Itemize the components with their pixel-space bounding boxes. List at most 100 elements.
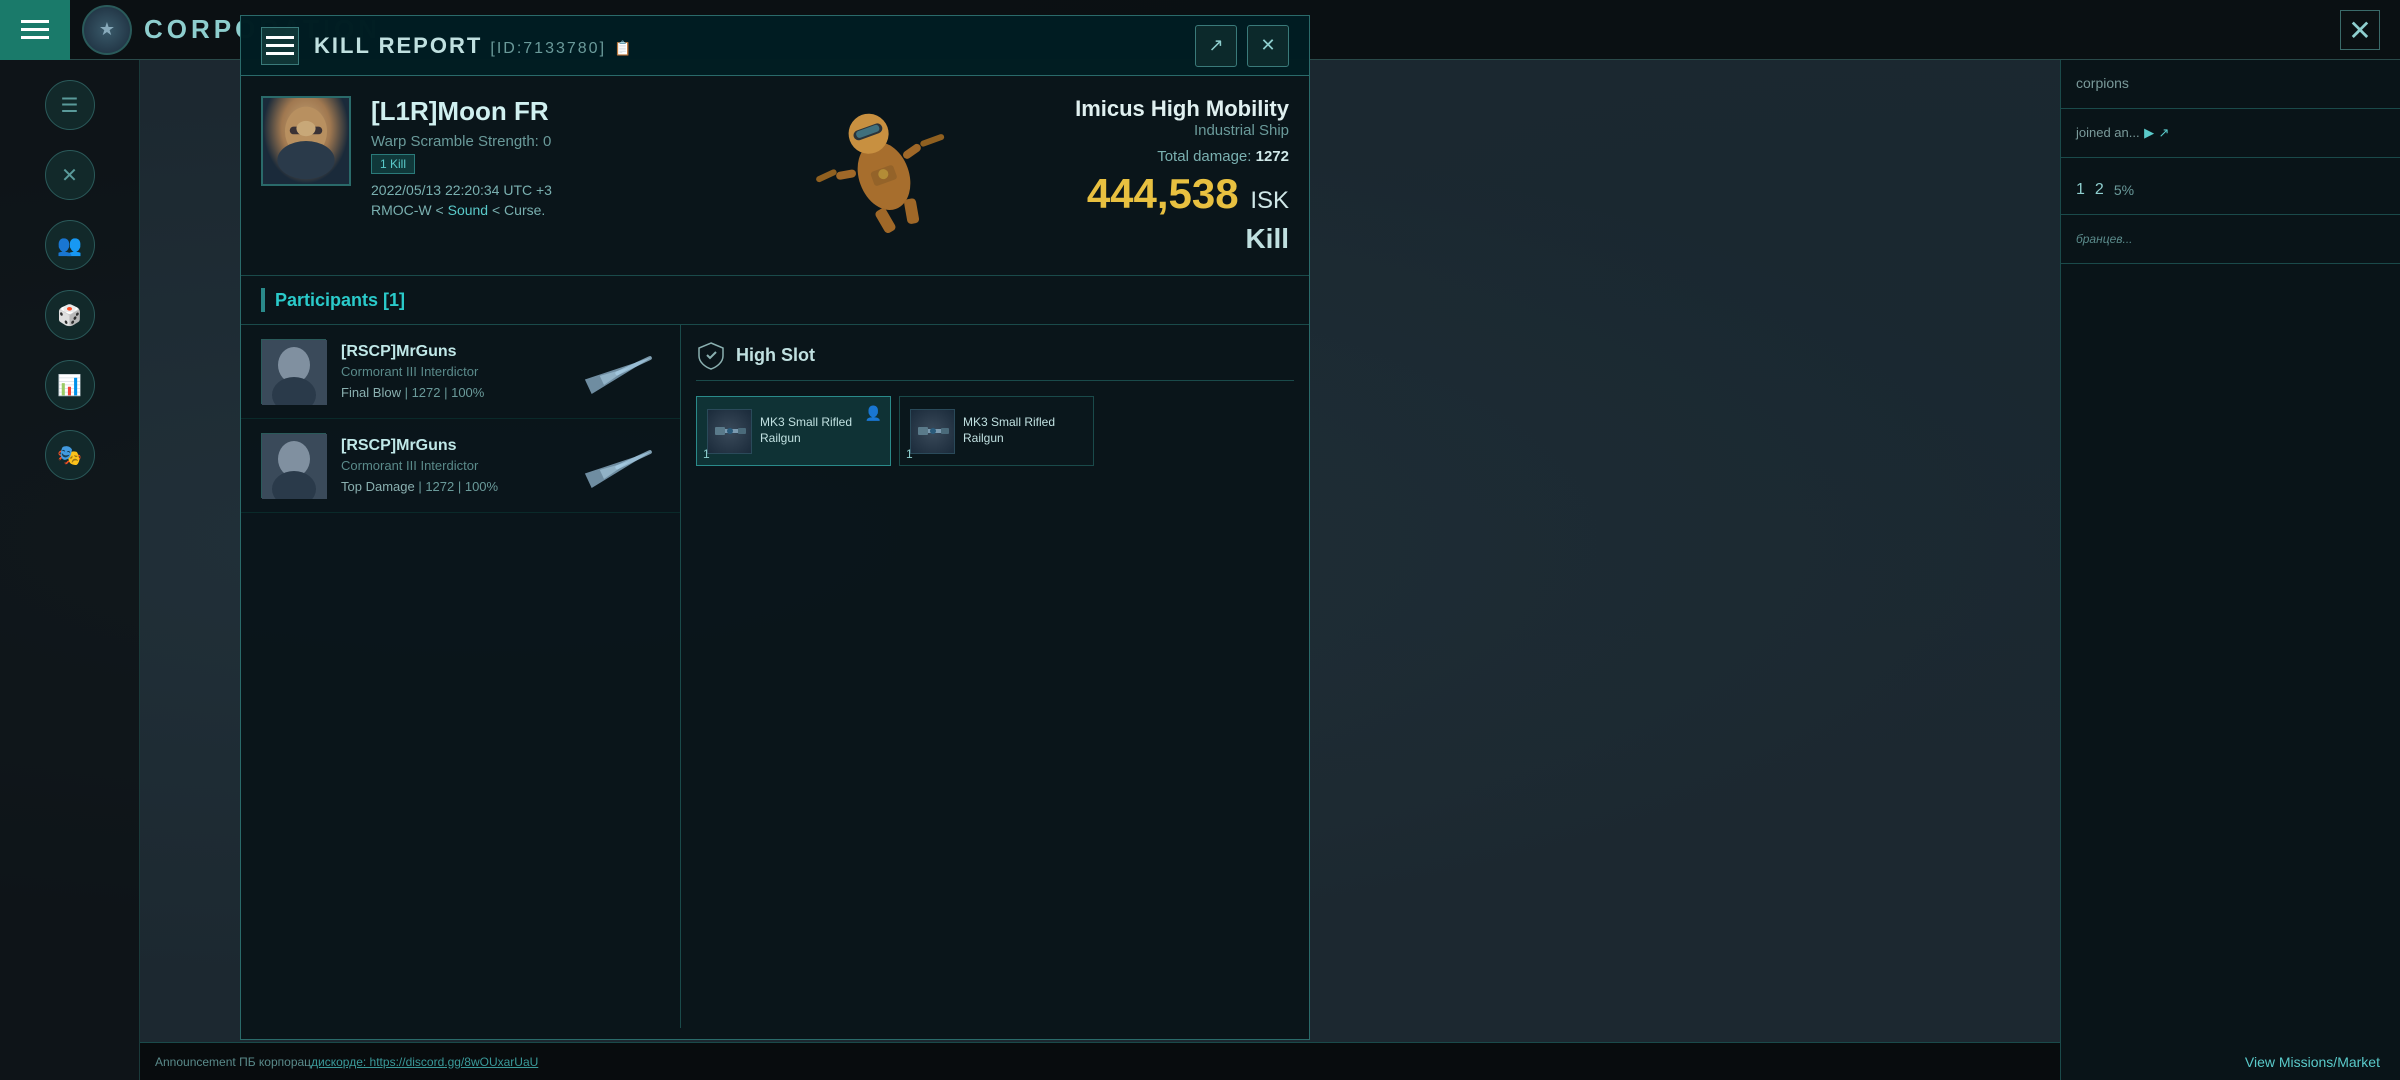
railgun-icon-2: [913, 411, 953, 451]
kill-report-header: KILL REPORT [ID:7133780] 📋 ↗ ✕: [241, 16, 1309, 76]
list-item[interactable]: MK3 Small RifledRailgun 👤 1: [696, 396, 891, 466]
sidebar-item-close[interactable]: ✕: [45, 150, 95, 200]
kr-title: KILL REPORT [ID:7133780] 📋: [314, 33, 1180, 59]
kr-victim-section: [L1R]Moon FR Warp Scramble Strength: 0 1…: [241, 76, 759, 275]
samples-text: бранцев...: [2076, 232, 2133, 246]
railgun-icon-1: [710, 411, 750, 451]
corp-logo: ★: [82, 5, 132, 55]
kr-menu-button[interactable]: [261, 27, 299, 65]
kr-actions: ↗ ✕: [1195, 25, 1289, 67]
slots-title: High Slot: [736, 345, 815, 366]
ship-thumb-svg-2: [580, 441, 660, 491]
victim-timestamp: 2022/05/13 22:20:34 UTC +3: [371, 182, 739, 198]
shield-icon: [696, 340, 726, 370]
kr-ship-display: [759, 76, 1009, 275]
sound-highlight: Sound: [448, 202, 488, 218]
participant-stats-2: Top Damage | 1272 | 100%: [341, 479, 565, 494]
kr-slots-section: High Slot MK3 Small RifledRailgun 👤: [681, 325, 1309, 1028]
participant-ship-img-1: [580, 347, 660, 397]
participants-accent: [261, 288, 265, 312]
left-sidebar: ☰ ✕ 👥 🎲 📊 🎭: [0, 60, 140, 1080]
view-missions-button[interactable]: View Missions/Market: [2245, 1054, 2380, 1070]
table-row: [RSCP]MrGuns Cormorant III Interdictor F…: [241, 325, 680, 419]
sidebar-item-menu[interactable]: ☰: [45, 80, 95, 130]
victim-name: [L1R]Moon FR: [371, 96, 739, 127]
right-panel: corpions joined an... ▶ ↗ 1 2 5% бранцев…: [2060, 60, 2400, 1080]
participant-avatar-svg-1: [262, 340, 327, 405]
scorpions-text: corpions: [2076, 75, 2129, 91]
rp-num-1: 1: [2076, 181, 2085, 199]
kill-outcome-label: Kill: [1029, 223, 1289, 255]
slot-count-2: 1: [906, 447, 913, 461]
export-button[interactable]: ↗: [2159, 125, 2170, 141]
kr-close-button[interactable]: ✕: [1247, 25, 1289, 67]
isk-value: 444,538 ISK: [1029, 173, 1289, 215]
participant-ship-2: Cormorant III Interdictor: [341, 458, 565, 473]
kill-report-panel: KILL REPORT [ID:7133780] 📋 ↗ ✕: [240, 15, 1310, 1040]
sidebar-item-stats[interactable]: 📊: [45, 360, 95, 410]
rp-section-joined: joined an... ▶ ↗: [2061, 109, 2400, 158]
damage-line: Total damage: 1272: [1029, 148, 1289, 165]
kr-participants-list: [RSCP]MrGuns Cormorant III Interdictor F…: [241, 325, 681, 1028]
rp-numbers: 1 2 5%: [2076, 181, 2385, 199]
nav-button[interactable]: ▶: [2144, 125, 2154, 141]
participant-details-1: [RSCP]MrGuns Cormorant III Interdictor F…: [341, 343, 565, 400]
participant-name-1: [RSCP]MrGuns: [341, 343, 565, 361]
ship-type: Industrial Ship: [1194, 122, 1289, 139]
slot-icon-2: [910, 409, 955, 454]
victim-kills-badge: 1 Kill: [371, 154, 415, 174]
participant-details-2: [RSCP]MrGuns Cormorant III Interdictor T…: [341, 437, 565, 494]
sidebar-item-users[interactable]: 👥: [45, 220, 95, 270]
rp-section-numbers: 1 2 5%: [2061, 158, 2400, 215]
participant-avatar-2: [261, 433, 326, 498]
clipboard-icon[interactable]: 📋: [614, 40, 633, 56]
hamburger-icon: [21, 20, 49, 39]
sidebar-item-profile[interactable]: 🎭: [45, 430, 95, 480]
participant-avatar-1: [261, 339, 326, 404]
joined-text: joined an...: [2076, 125, 2140, 140]
ship-svg: [784, 81, 984, 271]
sidebar-item-dice[interactable]: 🎲: [45, 290, 95, 340]
table-row: [RSCP]MrGuns Cormorant III Interdictor T…: [241, 419, 680, 513]
menu-button[interactable]: [0, 0, 70, 60]
slot-count-1: 1: [703, 447, 710, 461]
announcement-corp: ПБ корпорац: [239, 1055, 311, 1069]
discord-link[interactable]: дискорде: https://discord.gg/8wOUxarUaU: [311, 1055, 538, 1069]
participant-ship-1: Cormorant III Interdictor: [341, 364, 565, 379]
list-item[interactable]: MK3 Small RifledRailgun 1: [899, 396, 1094, 466]
rp-percent: 5%: [2114, 182, 2134, 198]
rp-section-samples: бранцев...: [2061, 215, 2400, 264]
participant-avatar-svg-2: [262, 434, 327, 499]
rp-num-2: 2: [2095, 181, 2104, 199]
victim-warp-scramble: Warp Scramble Strength: 0: [371, 133, 739, 150]
slot-person-icon-1: 👤: [865, 405, 882, 422]
victim-avatar-face: [263, 98, 349, 184]
kr-hamburger-icon: [266, 36, 294, 55]
victim-info: [L1R]Moon FR Warp Scramble Strength: 0 1…: [371, 96, 739, 255]
victim-location: RMOC-W < Sound < Curse.: [371, 202, 739, 218]
top-close-button[interactable]: ✕: [2340, 10, 2380, 50]
ship-name-line: Imicus High Mobility Industrial Ship: [1029, 96, 1289, 140]
damage-value: 1272: [1256, 148, 1289, 165]
victim-avatar: [261, 96, 351, 186]
kr-main-content: [RSCP]MrGuns Cormorant III Interdictor F…: [241, 325, 1309, 1028]
participants-label: Participants [1]: [275, 290, 405, 311]
slots-header: High Slot: [696, 340, 1294, 381]
kr-participants-header: Participants [1]: [241, 276, 1309, 325]
ship-name: Imicus High Mobility: [1075, 96, 1289, 121]
rp-section-scorpions: corpions: [2061, 60, 2400, 109]
kr-body-top: [L1R]Moon FR Warp Scramble Strength: 0 1…: [241, 76, 1309, 276]
participant-ship-img-2: [580, 441, 660, 491]
ship-thumb-svg-1: [580, 347, 660, 397]
participant-name-2: [RSCP]MrGuns: [341, 437, 565, 455]
bottom-chat-bar: Announcement ПБ корпорац дискорде: https…: [140, 1042, 2060, 1080]
kr-id: [ID:7133780]: [490, 40, 606, 57]
kr-ship-stats: Imicus High Mobility Industrial Ship Tot…: [1009, 76, 1309, 275]
isk-label: ISK: [1250, 187, 1289, 214]
participant-stats-1: Final Blow | 1272 | 100%: [341, 385, 565, 400]
slot-name-2: MK3 Small RifledRailgun: [963, 415, 1055, 446]
slots-grid: MK3 Small RifledRailgun 👤 1 MK3 S: [696, 396, 1294, 466]
slot-icon-1: [707, 409, 752, 454]
kr-export-button[interactable]: ↗: [1195, 25, 1237, 67]
announcement-title: Announcement: [155, 1055, 236, 1069]
